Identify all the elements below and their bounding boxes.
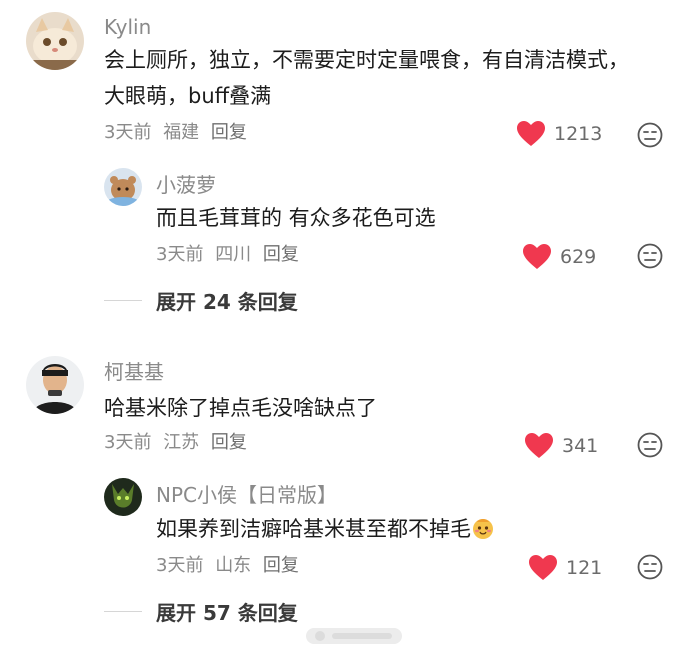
reply-meta: 3天前 山东 回复 bbox=[156, 555, 305, 577]
reply-button[interactable]: 回复 bbox=[211, 432, 247, 453]
avatar[interactable] bbox=[104, 478, 142, 516]
watermark-logo bbox=[306, 628, 402, 644]
reply-button[interactable]: 回复 bbox=[211, 122, 247, 143]
timestamp: 3天前 bbox=[156, 555, 204, 576]
username[interactable]: 小菠萝 bbox=[156, 173, 216, 197]
like-button[interactable]: 121 bbox=[528, 554, 602, 581]
username[interactable]: NPC小侯【日常版】 bbox=[156, 483, 337, 507]
location: 福建 bbox=[163, 122, 200, 143]
like-button[interactable]: 1213 bbox=[516, 120, 602, 147]
meh-face-icon bbox=[637, 432, 663, 458]
location: 江苏 bbox=[163, 432, 200, 453]
comment-meta: 3天前 江苏 回复 bbox=[104, 432, 253, 454]
like-count: 121 bbox=[566, 556, 603, 579]
like-count: 1213 bbox=[554, 122, 603, 145]
comment-text: 会上厕所，独立，不需要定时定量喂食，有自清洁模式，大眼萌，buff叠满 bbox=[104, 48, 629, 108]
like-count: 341 bbox=[562, 434, 599, 457]
meh-face-icon bbox=[637, 243, 663, 269]
dislike-button[interactable] bbox=[637, 243, 663, 269]
avatar[interactable] bbox=[26, 356, 84, 414]
expand-replies-label: 展开 57 条回复 bbox=[156, 601, 298, 625]
meh-face-icon bbox=[637, 122, 663, 148]
divider bbox=[104, 300, 142, 301]
location: 四川 bbox=[215, 244, 252, 265]
reply-button[interactable]: 回复 bbox=[263, 244, 299, 265]
meh-face-icon bbox=[637, 554, 663, 580]
dislike-button[interactable] bbox=[637, 122, 663, 148]
heart-icon bbox=[525, 433, 553, 458]
avatar[interactable] bbox=[26, 12, 84, 70]
like-button[interactable]: 629 bbox=[522, 243, 596, 270]
heart-icon bbox=[529, 555, 557, 580]
comment-meta: 3天前 福建 回复 bbox=[104, 122, 253, 144]
reply-button[interactable]: 回复 bbox=[263, 555, 299, 576]
like-count: 629 bbox=[560, 245, 597, 268]
smiling-face-emoji-icon bbox=[473, 519, 493, 539]
location: 山东 bbox=[215, 555, 252, 576]
like-button[interactable]: 341 bbox=[524, 432, 598, 459]
username[interactable]: 柯基基 bbox=[104, 360, 164, 384]
dislike-button[interactable] bbox=[637, 432, 663, 458]
dislike-button[interactable] bbox=[637, 554, 663, 580]
heart-icon bbox=[523, 244, 551, 269]
username[interactable]: Kylin bbox=[104, 15, 151, 39]
divider bbox=[104, 611, 142, 612]
comment-text: 哈基米除了掉点毛没啥缺点了 bbox=[104, 396, 377, 420]
reply-meta: 3天前 四川 回复 bbox=[156, 244, 305, 266]
expand-replies-button[interactable]: 展开 24 条回复 bbox=[104, 286, 298, 315]
reply-text-body: 如果养到洁癖哈基米甚至都不掉毛 bbox=[156, 517, 471, 541]
expand-replies-label: 展开 24 条回复 bbox=[156, 290, 298, 314]
reply-text: 如果养到洁癖哈基米甚至都不掉毛 bbox=[156, 511, 636, 547]
avatar[interactable] bbox=[104, 168, 142, 206]
expand-replies-button[interactable]: 展开 57 条回复 bbox=[104, 597, 298, 626]
timestamp: 3天前 bbox=[104, 432, 152, 453]
reply-text: 而且毛茸茸的 有众多花色可选 bbox=[156, 206, 436, 230]
timestamp: 3天前 bbox=[104, 122, 152, 143]
timestamp: 3天前 bbox=[156, 244, 204, 265]
heart-icon bbox=[517, 121, 545, 146]
